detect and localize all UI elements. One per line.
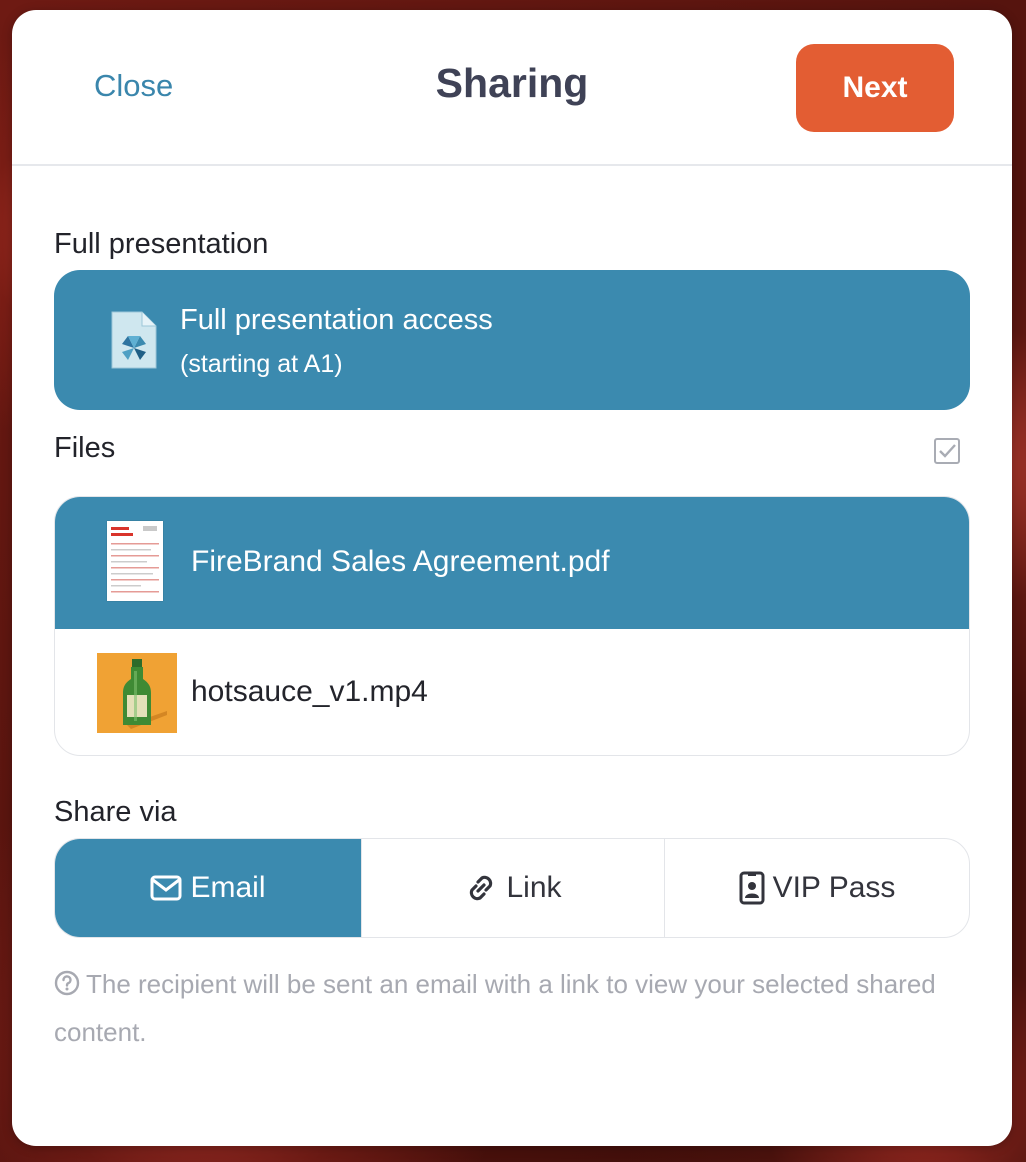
id-badge-icon xyxy=(739,871,765,905)
files-select-all-checkbox[interactable] xyxy=(934,438,960,464)
presentation-file-icon xyxy=(111,311,157,369)
share-via-segmented-control: Email Link VIP Pass xyxy=(54,838,970,938)
hot-sauce-bottle-thumbnail xyxy=(97,653,177,733)
full-presentation-subtitle: (starting at A1) xyxy=(180,350,343,378)
files-list: FireBrand Sales Agreement.pdf hotsauce_v… xyxy=(54,496,970,756)
next-button[interactable]: Next xyxy=(796,44,954,132)
dialog-header: Close Sharing Next xyxy=(12,10,1012,166)
share-link-button[interactable]: Link xyxy=(361,839,664,937)
share-email-button[interactable]: Email xyxy=(55,839,361,937)
share-link-label: Link xyxy=(506,871,562,904)
share-vip-pass-button[interactable]: VIP Pass xyxy=(664,839,969,937)
share-email-label: Email xyxy=(190,871,266,904)
full-presentation-access-card[interactable]: Full presentation access (starting at A1… xyxy=(54,270,970,410)
file-name: FireBrand Sales Agreement.pdf xyxy=(191,545,610,578)
full-presentation-title: Full presentation access xyxy=(180,304,493,336)
file-row-mp4[interactable]: hotsauce_v1.mp4 xyxy=(55,629,969,755)
files-label: Files xyxy=(54,432,116,464)
share-vip-pass-label: VIP Pass xyxy=(772,871,896,904)
full-presentation-label: Full presentation xyxy=(54,228,269,260)
share-via-label: Share via xyxy=(54,796,177,828)
question-circle-icon xyxy=(54,970,80,996)
link-icon xyxy=(470,875,493,901)
help-text: The recipient will be sent an email with… xyxy=(54,969,936,1047)
checkmark-icon xyxy=(939,444,956,458)
envelope-icon xyxy=(150,875,182,901)
help-text-block: The recipient will be sent an email with… xyxy=(54,960,964,1056)
file-name: hotsauce_v1.mp4 xyxy=(191,675,428,708)
pdf-document-thumbnail xyxy=(107,521,163,601)
sharing-dialog: Close Sharing Next Full presentation Ful… xyxy=(12,10,1012,1146)
file-row-pdf[interactable]: FireBrand Sales Agreement.pdf xyxy=(55,497,969,629)
